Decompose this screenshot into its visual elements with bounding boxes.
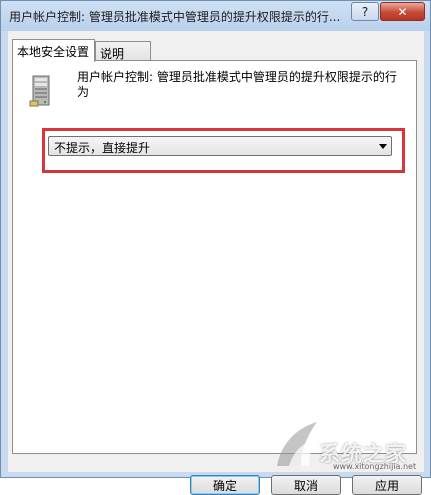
elevation-prompt-dropdown[interactable]: 不提示，直接提升: [48, 136, 392, 156]
tab-panel: 用户帐户控制: 管理员批准模式中管理员的提升权限提示的行为 不提示，直接提升: [12, 60, 417, 454]
server-icon: [29, 75, 50, 107]
help-button[interactable]: ?: [351, 2, 379, 21]
ok-button[interactable]: 确定: [190, 475, 260, 495]
tab-explain[interactable]: 说明: [95, 41, 151, 61]
dialog-window: 用户帐户控制: 管理员批准模式中管理员的提升权限提示的行... ? ✕ 本地安全…: [0, 0, 431, 495]
window-title: 用户帐户控制: 管理员批准模式中管理员的提升权限提示的行...: [9, 10, 339, 24]
apply-button[interactable]: 应用: [352, 475, 422, 495]
dropdown-arrow-icon[interactable]: [379, 144, 387, 149]
cancel-button[interactable]: 取消: [271, 475, 341, 495]
title-bar[interactable]: 用户帐户控制: 管理员批准模式中管理员的提升权限提示的行... ? ✕: [1, 1, 430, 31]
tab-local-security-setting[interactable]: 本地安全设置: [12, 39, 95, 62]
dialog-client-area: 本地安全设置 说明 用户帐户控制: 管理员批准模式中管理员的提升权限提示的行为 …: [8, 31, 424, 495]
dropdown-selected-value: 不提示，直接提升: [54, 141, 151, 155]
policy-title: 用户帐户控制: 管理员批准模式中管理员的提升权限提示的行为: [77, 70, 397, 99]
close-button[interactable]: ✕: [380, 2, 425, 21]
